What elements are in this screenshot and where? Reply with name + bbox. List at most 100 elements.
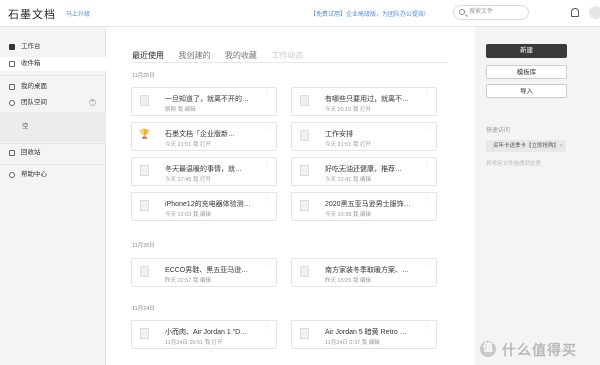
sidebar-divider: [0, 164, 106, 165]
doc-meta: 昨天 15:29 我 编辑: [325, 278, 371, 284]
doc-title: Air Jordan 5 暗黄 Retro …: [325, 329, 407, 336]
more-icon[interactable]: ⋮: [264, 262, 270, 268]
app-logo[interactable]: 石墨文档: [8, 6, 56, 22]
help-icon: [9, 172, 15, 178]
trash-icon: [9, 150, 15, 156]
sidebar-item-label: 帮助中心: [21, 171, 47, 178]
bell-icon[interactable]: [571, 8, 579, 17]
document-icon: [140, 328, 149, 339]
sidebar-item-my-desktop[interactable]: 我的桌面: [0, 80, 106, 94]
more-icon[interactable]: ⋮: [264, 161, 270, 167]
document-icon: [300, 200, 309, 211]
doc-card[interactable]: iPhone12的充电器体验测… 今天 12:03 我 编辑 ⋮: [131, 192, 277, 221]
watermark-badge: 值: [480, 341, 496, 357]
doc-card[interactable]: 南方家装冬季取暖方案、… 昨天 15:29 我 编辑 ⋮: [291, 258, 437, 287]
more-icon[interactable]: ⋮: [424, 161, 430, 167]
sidebar-divider: [0, 75, 106, 76]
search-input[interactable]: 搜索文件: [453, 5, 529, 20]
doc-title: 2020黑五亚马逊男士服饰…: [325, 201, 411, 208]
doc-card[interactable]: 小而肉、Air Jordan 1 "D… 11月24日 16:51 我 打开 ⋮: [131, 320, 277, 349]
tab-divider: [132, 62, 448, 63]
workbench-icon: [9, 44, 15, 50]
document-icon: [300, 130, 309, 141]
doc-card[interactable]: 有哪些只要用过，就离不… 今天 20:15 我 打开 ⋮: [291, 87, 437, 116]
doc-meta: 今天 10:38 我 编辑: [325, 212, 371, 218]
promo-link[interactable]: 【免费试用】企业高级版，为团队办公提效!: [310, 9, 426, 18]
doc-meta: 今天 21:51 我 打开: [165, 142, 211, 148]
more-icon[interactable]: ⋮: [264, 196, 270, 202]
sidebar-item-help[interactable]: 帮助中心: [0, 168, 106, 182]
import-button[interactable]: 导入: [486, 84, 567, 98]
document-icon: [140, 95, 149, 106]
doc-meta: 刚刚 我 编辑: [165, 107, 196, 113]
document-icon: [140, 165, 149, 176]
sidebar-item-inbox[interactable]: 收件箱: [0, 57, 106, 71]
tab-activity[interactable]: 工作动态: [271, 50, 303, 61]
sidebar-item-label: 我的桌面: [21, 83, 47, 90]
doc-title: 冬天最温暖的事情，就…: [165, 166, 242, 173]
doc-title: 工作安排: [325, 131, 353, 138]
doc-meta: 今天 12:03 我 编辑: [165, 212, 211, 218]
doc-card[interactable]: 冬天最温暖的事情，就… 今天 17:45 我 打开 ⋮: [131, 157, 277, 186]
doc-title: 一旦知道了，就离不开的…: [165, 96, 249, 103]
sidebar-item-trash[interactable]: 回收站: [0, 146, 106, 160]
search-icon: [459, 9, 465, 15]
emoji-icon: 🏆: [139, 129, 151, 139]
right-panel: 新建 模板库 导入 快速访问 买年卡送季卡【立即抢购】 × 将常用文件拖拽到这里: [475, 27, 600, 365]
team-icon: [9, 100, 15, 106]
tab-bar: 最近使用 我创建的 我的收藏 工作动态: [132, 45, 313, 60]
more-icon[interactable]: ⋮: [264, 91, 270, 97]
sidebar-item-workbench[interactable]: 工作台: [0, 40, 106, 54]
doc-title: 小而肉、Air Jordan 1 "D…: [165, 329, 248, 336]
more-icon[interactable]: ⋮: [424, 91, 430, 97]
doc-card[interactable]: 2020黑五亚马逊男士服饰… 今天 10:38 我 编辑 ⋮: [291, 192, 437, 221]
doc-card[interactable]: ECCO男鞋、黑五亚马逊… 昨天 22:57 我 编辑 ⋮: [131, 258, 277, 287]
quick-access-title: 快速访问: [486, 128, 511, 134]
date-header: 11月26日: [132, 73, 155, 79]
avatar[interactable]: [589, 6, 600, 19]
doc-card[interactable]: 🏆 石墨文档「企业版新… 今天 21:51 我 打开 ⋮: [131, 122, 277, 151]
quick-access-hint: 将常用文件拖拽到这里: [486, 161, 542, 167]
add-team-icon[interactable]: +: [89, 99, 96, 106]
doc-title: ECCO男鞋、黑五亚马逊…: [165, 267, 249, 274]
doc-meta: 今天 21:51 我 打开: [325, 142, 371, 148]
more-icon[interactable]: ⋮: [264, 126, 270, 132]
sidebar: 工作台 收件箱 我的桌面 团队空间 + 空 回收站 帮助中心: [0, 27, 106, 365]
upgrade-link[interactable]: 马上升级: [66, 9, 90, 18]
doc-title: 南方家装冬季取暖方案、…: [325, 267, 409, 274]
sidebar-item-label: 团队空间: [21, 99, 47, 106]
watermark: 值 什么值得买: [480, 340, 600, 360]
doc-title: 好吃无油还健康，推荐…: [325, 166, 402, 173]
more-icon[interactable]: ⋮: [424, 196, 430, 202]
more-icon[interactable]: ⋮: [424, 324, 430, 330]
doc-meta: 11月24日 0:37 我 编辑: [325, 340, 380, 346]
doc-card[interactable]: 好吃无油还健康，推荐… 今天 12:41 我 编辑 ⋮: [291, 157, 437, 186]
tab-created[interactable]: 我创建的: [178, 50, 210, 61]
team-space-empty: 空: [0, 112, 106, 142]
doc-card[interactable]: Air Jordan 5 暗黄 Retro … 11月24日 0:37 我 编辑…: [291, 320, 437, 349]
quick-access-label: 买年卡送季卡【立即抢购】: [492, 143, 559, 149]
doc-card[interactable]: 工作安排 今天 21:51 我 打开 ⋮: [291, 122, 437, 151]
sidebar-item-label: 回收站: [21, 149, 41, 156]
sidebar-item-team-space[interactable]: 团队空间 +: [0, 96, 106, 110]
doc-title: 有哪些只要用过，就离不…: [325, 96, 409, 103]
quick-access-item[interactable]: 买年卡送季卡【立即抢购】 ×: [486, 140, 566, 152]
doc-meta: 11月24日 16:51 我 打开: [165, 340, 223, 346]
top-bar: 石墨文档 马上升级 【免费试用】企业高级版，为团队办公提效! 搜索文件: [0, 0, 600, 27]
template-library-button[interactable]: 模板库: [486, 65, 567, 79]
new-button[interactable]: 新建: [486, 44, 567, 58]
document-icon: [300, 266, 309, 277]
close-icon[interactable]: ×: [560, 140, 563, 152]
doc-title: iPhone12的充电器体验测…: [165, 201, 251, 208]
more-icon[interactable]: ⋮: [264, 324, 270, 330]
main-content: 最近使用 我创建的 我的收藏 工作动态 11月26日 一旦知道了，就离不开的… …: [106, 27, 475, 365]
sidebar-item-label: 工作台: [21, 43, 41, 50]
more-icon[interactable]: ⋮: [424, 126, 430, 132]
more-icon[interactable]: ⋮: [424, 262, 430, 268]
tab-favorites[interactable]: 我的收藏: [225, 50, 257, 61]
watermark-text: 什么值得买: [502, 342, 577, 358]
tab-recent[interactable]: 最近使用: [132, 50, 164, 61]
document-icon: [140, 266, 149, 277]
sidebar-divider: [0, 143, 106, 144]
doc-card[interactable]: 一旦知道了，就离不开的… 刚刚 我 编辑 ⋮: [131, 87, 277, 116]
